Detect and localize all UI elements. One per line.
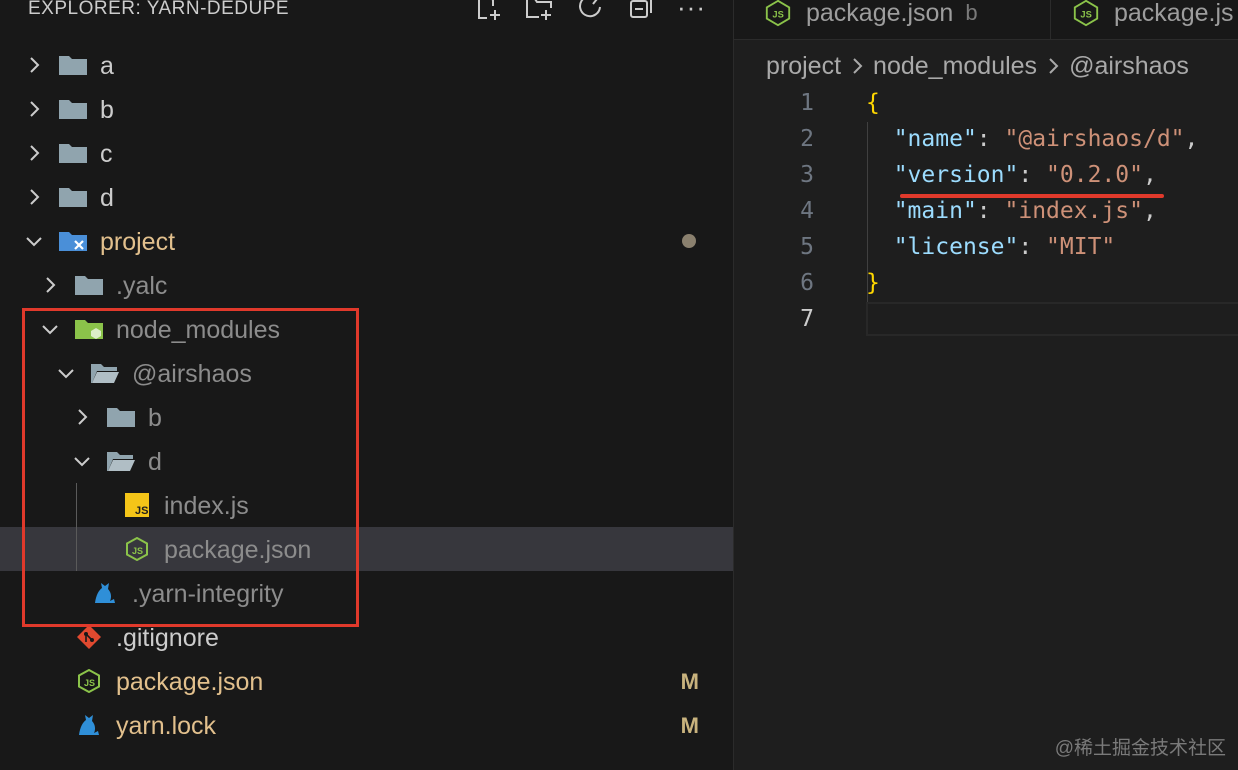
line-number: 1: [800, 90, 814, 116]
chevron-down-icon: [24, 231, 44, 251]
new-file-button[interactable]: [462, 0, 513, 22]
chevron-right-icon: [24, 99, 44, 119]
git-status-badge: M: [680, 713, 699, 738]
line-content: {: [866, 90, 880, 116]
tree-item-label: d: [100, 184, 114, 212]
tree-item-label: project: [100, 228, 176, 256]
tree-item-project[interactable]: project: [0, 219, 733, 263]
new-file-icon: [477, 0, 500, 20]
line-number: 5: [800, 234, 814, 260]
line-number: 7: [800, 306, 814, 332]
tab-label: package.json: [806, 0, 954, 27]
tree-item-yarn-lock[interactable]: yarn.lock M: [0, 703, 733, 747]
breadcrumb: project node_modules @airshaos: [766, 50, 1189, 82]
explorer-title: EXPLORER: YARN-DEDUPE: [28, 0, 290, 19]
chevron-right-icon: [24, 143, 44, 163]
tree-item-label: yarn.lock: [116, 712, 217, 740]
svg-text:JS: JS: [84, 678, 95, 688]
git-icon: [74, 625, 104, 649]
code-line: 2 "name": "@airshaos/d",: [734, 122, 1238, 158]
breadcrumb-airshaos[interactable]: @airshaos: [1069, 52, 1189, 81]
collapse-all-button[interactable]: [615, 0, 666, 22]
code-line-current: 7: [734, 302, 1238, 338]
tab-label: package.js: [1114, 0, 1234, 27]
code-line: 5 "license": "MIT": [734, 230, 1238, 266]
chevron-right-icon: [24, 187, 44, 207]
chevron-right-icon: [24, 55, 44, 75]
line-number: 3: [800, 162, 814, 188]
line-content: "name": "@airshaos/d",: [893, 126, 1199, 152]
tab-package-js[interactable]: JS package.js: [1072, 0, 1234, 40]
tree-item-a[interactable]: a: [0, 43, 733, 87]
nodejs-file-icon: JS: [74, 669, 104, 693]
explorer-header: EXPLORER: YARN-DEDUPE ···: [0, 0, 733, 26]
tree-item-label: b: [100, 96, 114, 124]
folder-icon: [58, 141, 88, 165]
annotation-highlight-box: [22, 308, 359, 627]
breadcrumb-project[interactable]: project: [766, 52, 841, 81]
folder-icon: [74, 273, 104, 297]
more-actions-button[interactable]: ···: [666, 0, 717, 22]
line-number: 2: [800, 126, 814, 152]
refresh-button[interactable]: [564, 0, 615, 22]
chevron-right-icon: [40, 275, 60, 295]
line-content: }: [866, 270, 880, 296]
tree-item-yalc[interactable]: .yalc: [0, 263, 733, 307]
chevron-right-icon: [1041, 54, 1065, 78]
tab-description: b: [965, 0, 978, 25]
tree-item-package-json[interactable]: JS package.json M: [0, 659, 733, 703]
chevron-right-icon: [845, 54, 869, 78]
current-line-highlight: [866, 302, 1238, 336]
code-line: 1 {: [734, 86, 1238, 122]
breadcrumb-node-modules[interactable]: node_modules: [873, 52, 1037, 81]
line-number: 6: [800, 270, 814, 296]
editor-pane: JS package.json b JS package.js project …: [734, 0, 1238, 770]
tab-package-json-b[interactable]: JS package.json b: [764, 0, 978, 40]
line-number: 4: [800, 198, 814, 224]
new-folder-icon: [525, 0, 552, 20]
folder-icon: [58, 185, 88, 209]
line-content: "main": "index.js",: [893, 198, 1157, 224]
svg-text:JS: JS: [772, 10, 783, 20]
code-line: 4 "main": "index.js",: [734, 194, 1238, 230]
watermark: @稀土掘金技术社区: [1054, 738, 1226, 759]
nodejs-file-icon: JS: [1072, 0, 1100, 27]
svg-text:JS: JS: [1080, 10, 1091, 20]
tree-item-label: .yalc: [116, 272, 168, 300]
nodejs-file-icon: JS: [764, 0, 792, 27]
tree-item-d[interactable]: d: [0, 175, 733, 219]
collapse-all-icon: [629, 0, 652, 18]
tree-item-c[interactable]: c: [0, 131, 733, 175]
annotation-underline: [900, 194, 1164, 198]
editor-tabs: JS package.json b JS package.js: [734, 0, 1238, 40]
code-line: 6 }: [734, 266, 1238, 302]
folder-icon: [58, 53, 88, 77]
folder-icon: [58, 97, 88, 121]
explorer-actions: ···: [462, 0, 717, 22]
line-content: "license": "MIT": [893, 234, 1116, 260]
more-icon: ···: [677, 0, 706, 22]
modified-dot: [682, 234, 696, 248]
new-folder-button[interactable]: [513, 0, 564, 22]
tree-item-label: a: [100, 52, 114, 80]
tree-item-label: package.json: [116, 668, 264, 696]
code-line: 3 "version": "0.2.0",: [734, 158, 1238, 194]
code-editor[interactable]: 1 { 2 "name": "@airshaos/d", 3 "version"…: [734, 86, 1238, 338]
yarn-cat-icon: [74, 713, 104, 737]
git-status-badge: M: [680, 669, 699, 694]
explorer-sidebar: EXPLORER: YARN-DEDUPE ··· a b c d projec…: [0, 0, 733, 770]
line-content: "version": "0.2.0",: [893, 162, 1157, 188]
tab-separator: [1050, 0, 1051, 40]
refresh-icon: [578, 0, 601, 18]
tree-item-label: c: [100, 140, 113, 168]
project-folder-icon: [58, 229, 88, 253]
tree-item-label: .gitignore: [116, 624, 219, 652]
tree-item-b[interactable]: b: [0, 87, 733, 131]
